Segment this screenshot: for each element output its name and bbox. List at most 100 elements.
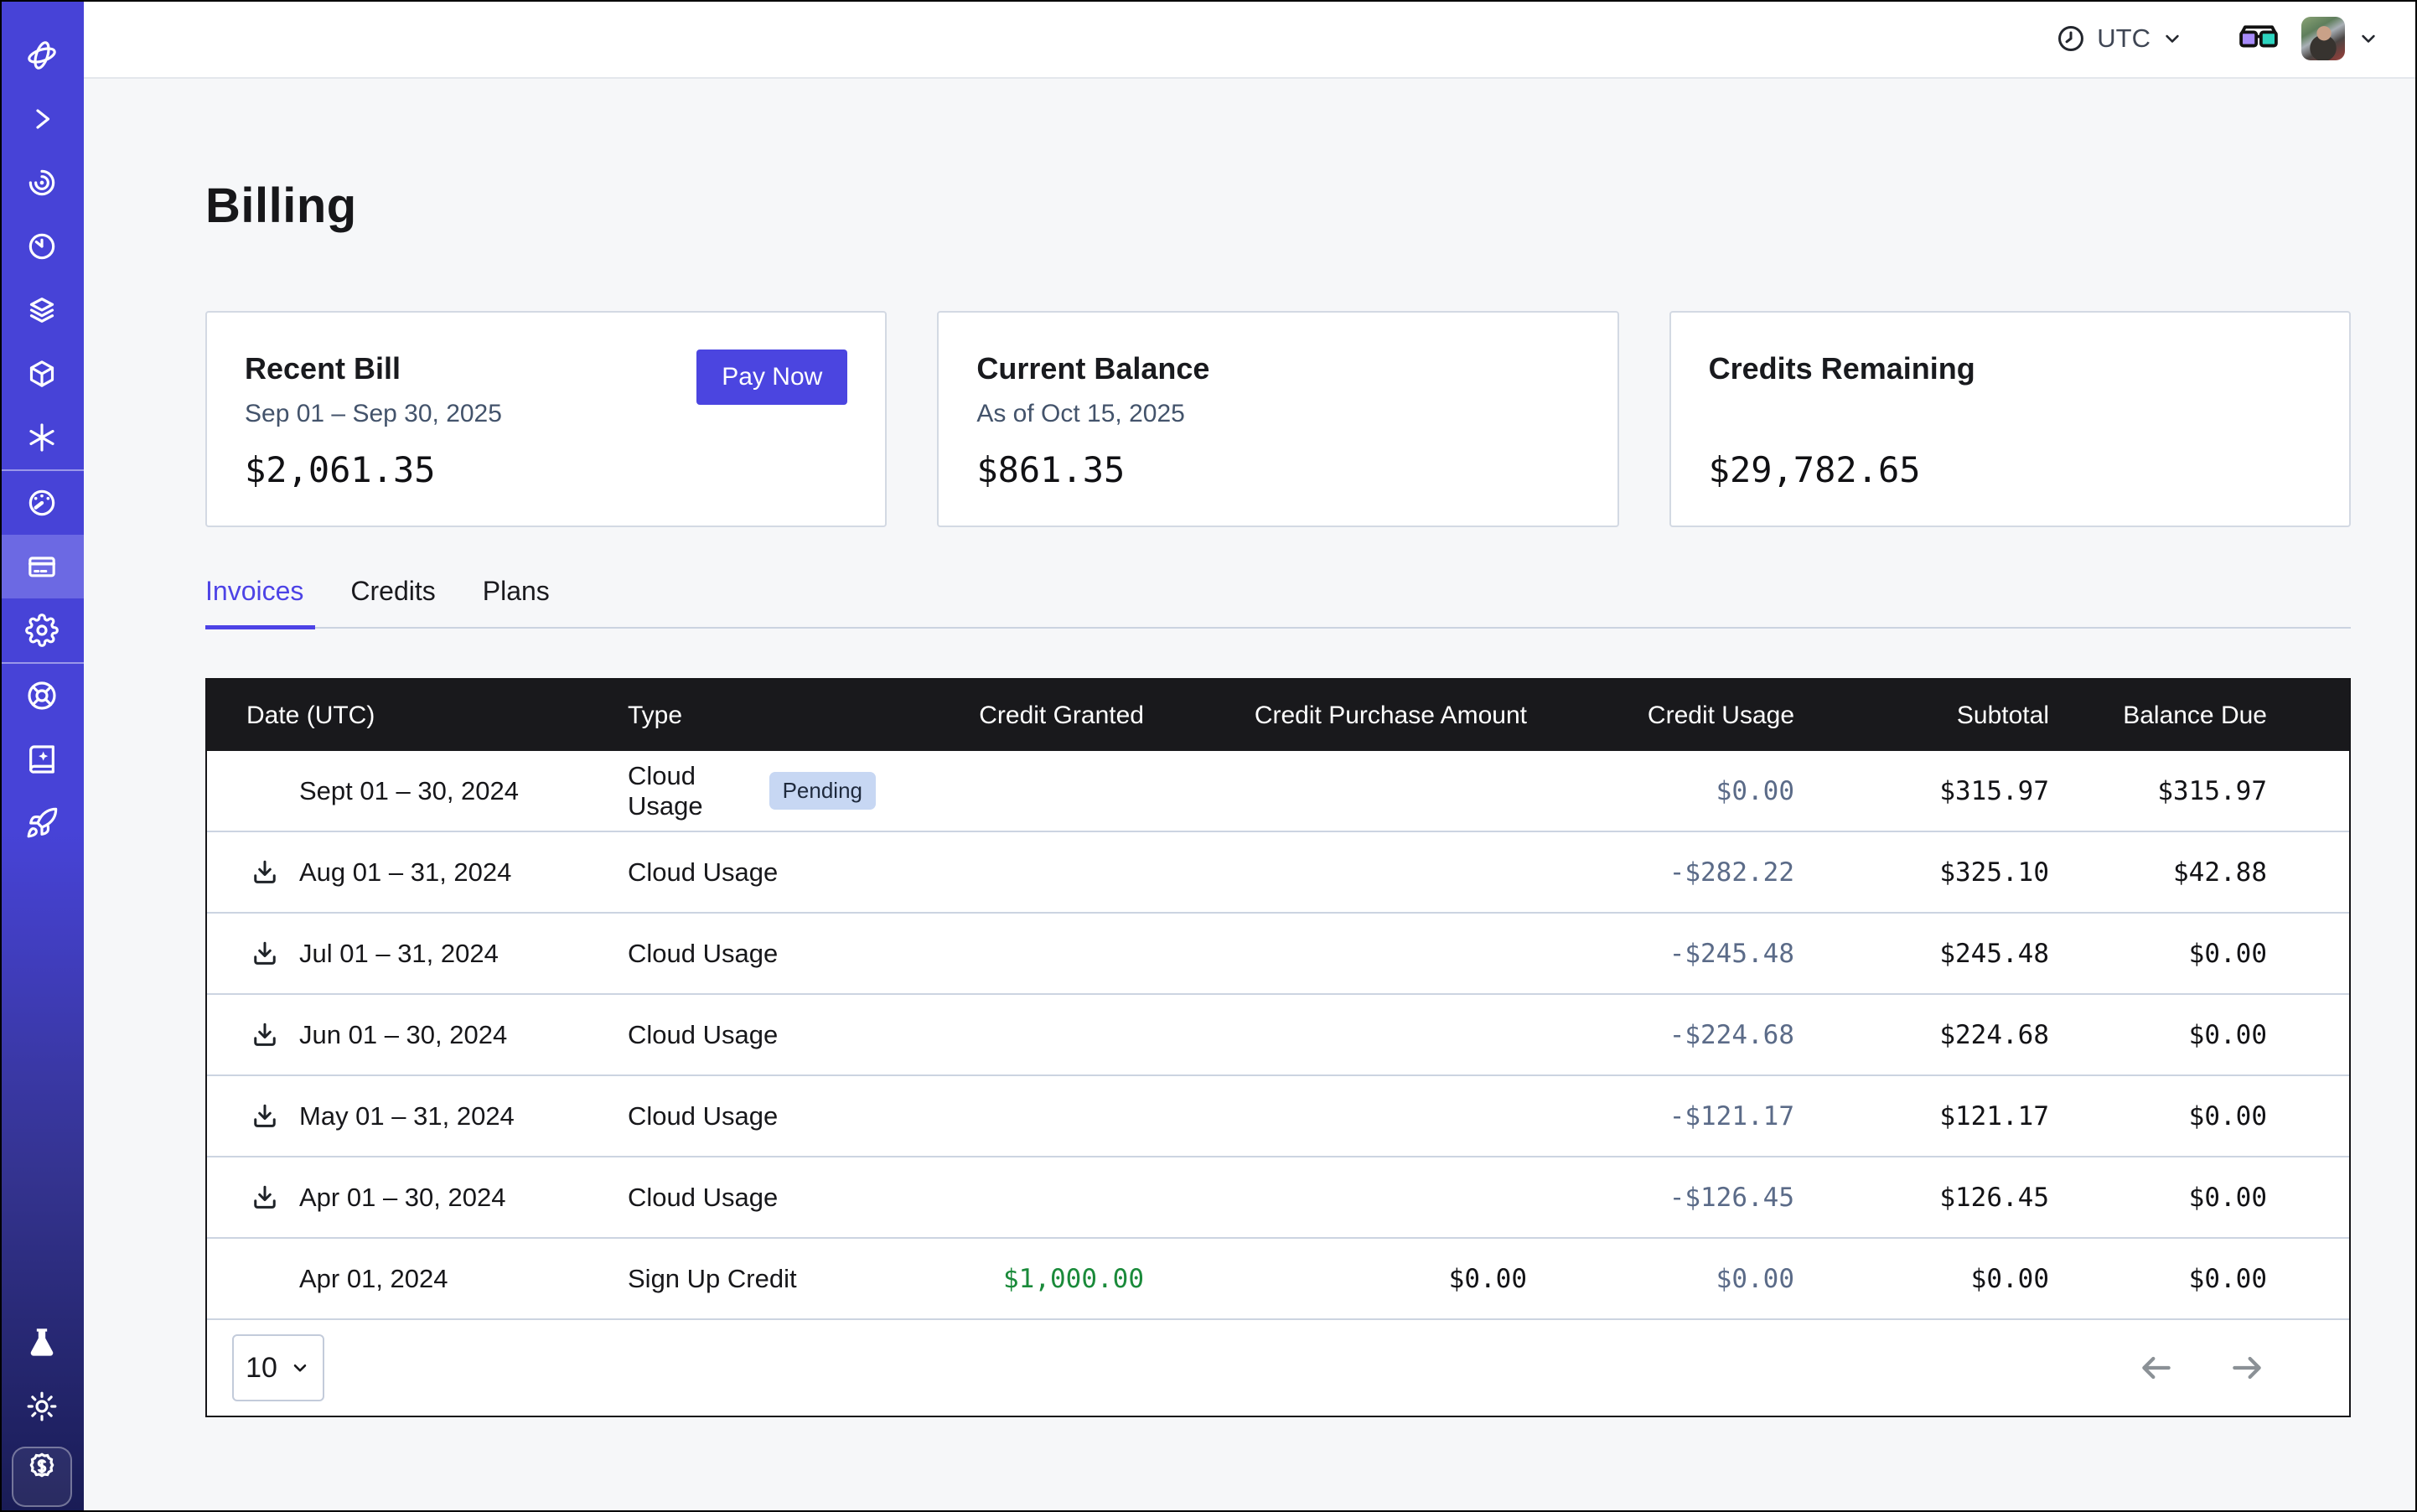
sidebar-item-usage[interactable] [0,471,84,535]
table-row: May 01 – 31, 2024 Cloud Usage -$121.17 $… [207,1076,2349,1157]
sidebar-item-labs[interactable] [0,1311,84,1375]
balance-due: $315.97 [2049,776,2349,806]
subtotal: $325.10 [1794,857,2049,888]
balance-due: $42.88 [2049,857,2349,888]
table-row: Jul 01 – 31, 2024 Cloud Usage -$245.48 $… [207,914,2349,995]
chevron-right-icon [25,102,59,136]
column-header-type: Type [624,702,876,730]
sidebar-item-sandbox[interactable] [0,342,84,406]
table-row: Aug 01 – 31, 2024 Cloud Usage -$282.22 $… [207,832,2349,914]
download-invoice-icon[interactable] [250,1020,280,1050]
credit-purchase: $0.00 [1144,1264,1527,1294]
flask-icon [25,1326,59,1359]
invoice-type: Cloud Usage [628,1020,778,1050]
billing-tabs: Invoices Credits Plans [205,576,2351,629]
sidebar-item-settings[interactable] [0,598,84,662]
pay-now-button[interactable]: Pay Now [696,350,847,405]
feature-glasses-button[interactable] [2238,23,2280,54]
rocket-icon [25,806,59,840]
asterisk-icon [25,421,59,454]
gauge-icon [25,486,59,520]
chevron-down-icon [2161,27,2184,50]
life-buoy-icon [25,679,59,712]
pagination [2138,1354,2265,1382]
clock-icon [2055,23,2087,54]
download-invoice-icon[interactable] [250,857,280,888]
table-row: Jun 01 – 30, 2024 Cloud Usage -$224.68 $… [207,995,2349,1076]
page-size-select[interactable]: 10 [232,1334,324,1401]
page-size-value: 10 [246,1352,277,1385]
app-logo-icon [25,39,59,72]
card-title: Current Balance [976,351,1579,386]
tab-credits[interactable]: Credits [350,576,438,627]
user-menu[interactable] [2301,17,2380,60]
sidebar-item-expand[interactable] [0,87,84,151]
sidebar-item-query[interactable] [0,151,84,215]
invoice-type: Cloud Usage [628,857,778,888]
credit-usage: $0.00 [1527,1264,1794,1294]
balance-due: $0.00 [2049,1183,2349,1213]
column-header-credit-purchase: Credit Purchase Amount [1144,702,1527,730]
subtotal: $315.97 [1794,776,2049,806]
sidebar [0,0,84,1512]
credit-usage: -$126.45 [1527,1183,1794,1213]
credit-usage: -$282.22 [1527,857,1794,888]
sidebar-item-history[interactable] [0,215,84,278]
next-page-arrow-icon[interactable] [2228,1354,2265,1382]
sidebar-item-ai[interactable] [0,406,84,469]
recent-bill-card: Recent Bill Sep 01 – Sep 30, 2025 $2,061… [205,311,887,527]
subtotal: $224.68 [1794,1020,2049,1050]
column-header-balance-due: Balance Due [2049,702,2349,730]
subtotal: $121.17 [1794,1101,2049,1131]
sidebar-item-billing[interactable] [0,535,84,598]
sidebar-item-getting-started[interactable] [0,791,84,855]
summary-cards: Recent Bill Sep 01 – Sep 30, 2025 $2,061… [205,311,2351,527]
3d-glasses-icon [2238,23,2280,54]
column-header-subtotal: Subtotal [1794,702,2049,730]
balance-due: $0.00 [2049,939,2349,969]
user-avatar[interactable] [2301,17,2345,60]
table-row: Apr 01, 2024 Sign Up Credit $1,000.00 $0… [207,1239,2349,1320]
credit-usage: -$121.17 [1527,1101,1794,1131]
previous-page-arrow-icon[interactable] [2138,1354,2175,1382]
table-footer: 10 [207,1320,2349,1416]
invoice-date: Jul 01 – 31, 2024 [299,939,499,969]
download-invoice-icon[interactable] [250,1101,280,1131]
download-invoice-icon[interactable] [250,1183,280,1213]
sidebar-item-support[interactable] [0,664,84,728]
book-sparkle-icon [25,743,59,776]
tab-plans[interactable]: Plans [483,576,553,627]
sidebar-item-logo[interactable] [0,23,84,87]
chevron-down-icon [289,1357,311,1379]
card-amount: $861.35 [976,449,1125,490]
cube-icon [25,357,59,391]
sidebar-item-datasets[interactable] [0,278,84,342]
column-header-credit-usage: Credit Usage [1527,702,1794,730]
download-invoice-icon[interactable] [250,939,280,969]
balance-due: $0.00 [2049,1101,2349,1131]
card-subtitle: As of Oct 15, 2025 [976,400,1579,428]
timezone-label: UTC [2097,23,2150,54]
table-row: Apr 01 – 30, 2024 Cloud Usage -$126.45 $… [207,1157,2349,1239]
sidebar-item-theme[interactable] [0,1375,84,1438]
main-content: Billing Recent Bill Sep 01 – Sep 30, 202… [84,79,2417,1512]
card-title: Credits Remaining [1709,351,2311,386]
credit-granted: $1,000.00 [876,1264,1144,1294]
credit-usage: -$224.68 [1527,1020,1794,1050]
history-clock-icon [25,230,59,263]
invoice-date: Apr 01, 2024 [299,1264,448,1294]
sun-icon [25,1390,59,1423]
sidebar-item-pricing[interactable] [12,1447,72,1507]
subtotal: $0.00 [1794,1264,2049,1294]
sidebar-item-docs[interactable] [0,728,84,791]
status-badge: Pending [769,772,876,810]
balance-due: $0.00 [2049,1264,2349,1294]
invoice-type: Cloud Usage [628,939,778,969]
subtotal: $126.45 [1794,1183,2049,1213]
column-header-credit-granted: Credit Granted [876,702,1144,730]
tab-invoices[interactable]: Invoices [205,576,307,627]
dollar-badge-icon [25,1450,59,1484]
chevron-down-icon [2357,27,2380,50]
timezone-selector[interactable]: UTC [2055,23,2184,54]
topbar: UTC [84,0,2417,79]
